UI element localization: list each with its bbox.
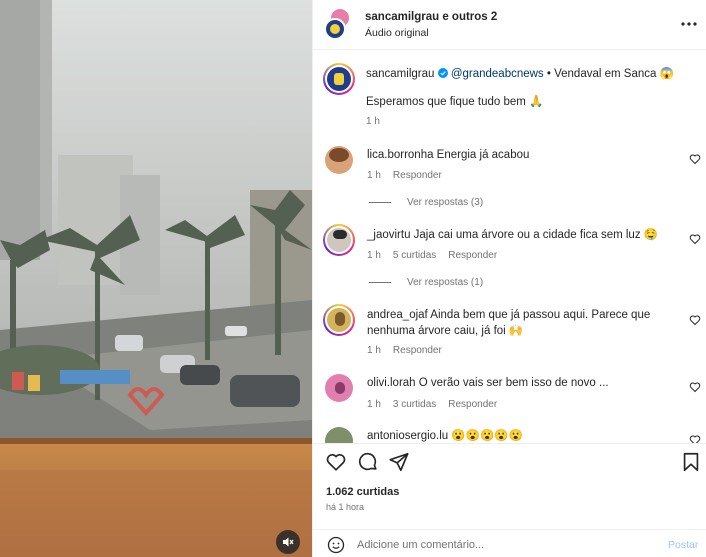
comment-likes[interactable]: 3 curtidas (393, 399, 436, 410)
smiley-icon[interactable] (327, 536, 345, 554)
more-options-button[interactable] (679, 14, 699, 34)
comment-text: olivi.lorah O verão vais ser bem isso de… (367, 375, 677, 391)
reply-button[interactable]: Responder (393, 170, 442, 181)
comment-meta: 1 h Responder (367, 170, 454, 181)
comment-body: Jaja cai uma árvore ou a cidade fica sem… (410, 229, 659, 241)
caption-line2: Esperamos que fique tudo bem 🙏 (366, 96, 544, 108)
avatar[interactable] (325, 427, 353, 443)
view-replies-button[interactable]: Ver respostas (3) (369, 197, 483, 208)
comment-composer: Postar (313, 529, 706, 557)
comment-meta: 1 h 5 curtidas Responder (367, 250, 509, 261)
caption-body: • Vendaval em Sanca 😱 (543, 68, 674, 80)
timestamp: 1 h (367, 250, 381, 261)
comment-meta: 1 h 3 curtidas Responder (367, 399, 509, 410)
comments-list[interactable]: sancamilgrau @grandeabcnews • Vendaval e… (313, 51, 706, 443)
avatar[interactable] (325, 146, 353, 174)
likes-count[interactable]: 1.062 curtidas (326, 486, 399, 498)
post-header: sancamilgrau e outros 2 Áudio original (313, 0, 706, 50)
avatar-logo (330, 24, 340, 34)
heart-icon[interactable] (689, 314, 701, 326)
post-timestamp[interactable]: há 1 hora (326, 502, 364, 512)
avatar[interactable] (325, 374, 353, 402)
more-options-icon (681, 22, 697, 26)
timestamp: 1 h (367, 345, 381, 356)
comment-username[interactable]: antoniosergio.lu (367, 430, 448, 442)
paper-plane-icon[interactable] (388, 451, 410, 473)
comment-username[interactable]: _jaovirtu (367, 229, 410, 241)
heart-icon[interactable] (689, 233, 701, 245)
post-author[interactable]: sancamilgrau e outros 2 (365, 11, 497, 23)
comment-body: 😮😮😮😮😮 (448, 430, 523, 442)
heart-icon[interactable] (325, 451, 347, 473)
mute-button[interactable] (276, 530, 300, 554)
timestamp: 1 h (367, 170, 381, 181)
reply-button[interactable]: Responder (448, 250, 497, 261)
reply-button[interactable]: Responder (448, 399, 497, 410)
audio-label[interactable]: Áudio original (365, 27, 429, 39)
comment-likes[interactable]: 5 curtidas (393, 250, 436, 261)
comment-body: O verão vais ser bem isso de novo ... (415, 377, 609, 389)
post-details-panel: sancamilgrau e outros 2 Áudio original s… (312, 0, 706, 557)
avatar-logo (334, 73, 344, 85)
comment-input[interactable] (357, 536, 647, 554)
comment-username[interactable]: andrea_ojaf (367, 309, 428, 321)
avatar[interactable] (325, 306, 353, 334)
speaker-muted-icon (283, 537, 294, 547)
post-comment-button[interactable]: Postar (668, 539, 698, 551)
caption-username[interactable]: sancamilgrau (366, 68, 434, 80)
comment-username[interactable]: lica.borronha (367, 149, 433, 161)
comment-text: lica.borronha Energia já acabou (367, 147, 677, 163)
caption-text: sancamilgrau @grandeabcnews • Vendaval e… (366, 66, 676, 82)
verified-badge-icon (437, 68, 448, 78)
comment-text: antoniosergio.lu 😮😮😮😮😮 (367, 428, 677, 443)
post-media-video[interactable] (0, 0, 312, 557)
storm-scene-image (0, 0, 312, 557)
comment-text: _jaovirtu Jaja cai uma árvore ou a cidad… (367, 227, 677, 243)
heart-icon[interactable] (689, 153, 701, 165)
caption-mention[interactable]: @grandeabcnews (451, 68, 544, 80)
timestamp: 1 h (366, 116, 380, 127)
avatar[interactable] (325, 226, 353, 254)
timestamp: 1 h (367, 399, 381, 410)
heart-icon[interactable] (689, 381, 701, 393)
comment-text: andrea_ojaf Ainda bem que já passou aqui… (367, 307, 677, 339)
comment-meta: 1 h Responder (367, 345, 454, 356)
view-replies-button[interactable]: Ver respostas (1) (369, 277, 483, 288)
post-actions: 1.062 curtidas há 1 hora (313, 443, 706, 529)
heart-icon[interactable] (689, 434, 701, 443)
reply-button[interactable]: Responder (393, 345, 442, 356)
caption-time: 1 h (366, 116, 392, 127)
comment-username[interactable]: olivi.lorah (367, 377, 416, 389)
comment-body: Energia já acabou (433, 149, 530, 161)
bookmark-icon[interactable] (680, 451, 702, 473)
collab-avatars[interactable] (323, 9, 355, 41)
comment-icon[interactable] (357, 451, 379, 473)
